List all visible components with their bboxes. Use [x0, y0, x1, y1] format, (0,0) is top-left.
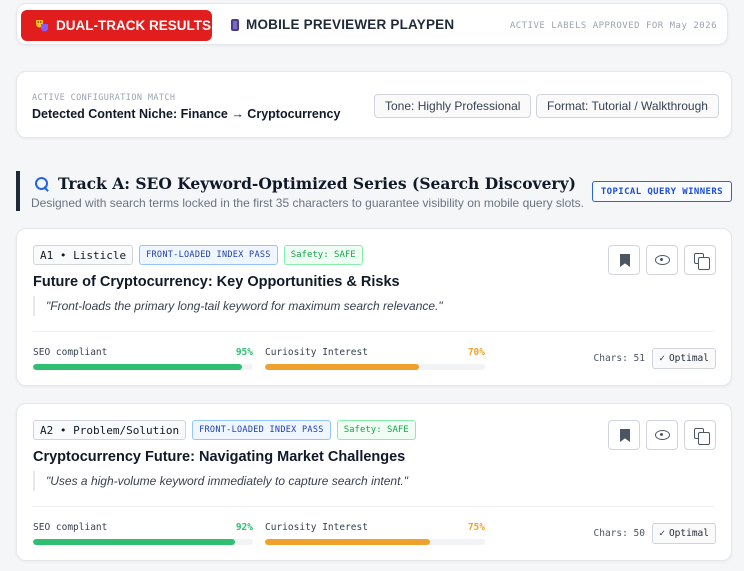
format-chip[interactable]: Format: Tutorial / Walkthrough [536, 94, 719, 118]
preview-button[interactable] [646, 420, 678, 450]
copy-icon [694, 253, 710, 270]
tone-chip[interactable]: Tone: Highly Professional [374, 94, 532, 118]
bookmark-icon [620, 254, 630, 267]
bookmark-icon [620, 429, 630, 442]
card-title: Future of Cryptocurrency: Key Opportunit… [33, 274, 400, 290]
mobile-phone-icon [231, 18, 239, 31]
seo-percent: 92% [235, 522, 253, 533]
seo-bar-fill [33, 364, 242, 370]
card-id-tag: A2 • Problem/Solution [33, 420, 187, 440]
dual-track-results-button[interactable]: DUAL-TRACK RESULTS [21, 10, 212, 41]
index-pass-tag: FRONT-LOADED INDEX PASS [192, 420, 331, 440]
content-niche: Detected Content Niche: Finance → Crypto… [32, 107, 341, 121]
card-id-tag: A1 • Listicle [33, 245, 134, 265]
curiosity-percent: 70% [467, 347, 485, 358]
card-rationale: "Front-loads the primary long-tail keywo… [33, 296, 443, 316]
bookmark-button[interactable] [608, 245, 640, 275]
eye-icon [655, 430, 670, 440]
track-a-header: Track A: SEO Keyword-Optimized Series (S… [16, 171, 732, 211]
safety-tag: Safety: SAFE [336, 420, 416, 440]
seo-bar [33, 539, 253, 545]
track-a-subtitle: Designed with search terms locked in the… [31, 196, 584, 210]
playpen-label: MOBILE PREVIEWER PLAYPEN [246, 17, 455, 32]
copy-button[interactable] [684, 245, 716, 275]
optimal-badge: ✓ Optimal [652, 348, 716, 369]
copy-button[interactable] [684, 420, 716, 450]
optimal-badge: ✓ Optimal [652, 523, 716, 544]
check-icon: ✓ [659, 353, 665, 364]
top-bar: DUAL-TRACK RESULTS MOBILE PREVIEWER PLAY… [16, 3, 728, 45]
check-icon: ✓ [659, 528, 665, 539]
seo-bar [33, 364, 253, 370]
card-divider [33, 506, 715, 507]
playpen-title: MOBILE PREVIEWER PLAYPEN [231, 17, 454, 32]
curiosity-label: Curiosity Interest [265, 522, 368, 533]
seo-percent: 95% [235, 347, 253, 358]
copy-icon [694, 428, 710, 445]
search-icon [34, 176, 50, 192]
curiosity-metric: Curiosity Interest 75% [265, 522, 485, 545]
topical-query-winners-badge: TOPICAL QUERY WINNERS [591, 181, 732, 202]
index-pass-tag: FRONT-LOADED INDEX PASS [139, 245, 278, 265]
curiosity-label: Curiosity Interest [265, 347, 368, 358]
curiosity-bar [265, 539, 485, 545]
eye-icon [655, 255, 670, 265]
seo-label: SEO compliant [33, 522, 108, 533]
seo-metric: SEO compliant 92% [33, 522, 253, 545]
dual-track-label: DUAL-TRACK RESULTS [56, 18, 211, 33]
curiosity-metric: Curiosity Interest 70% [265, 347, 485, 370]
seo-bar-fill [33, 539, 236, 545]
curiosity-bar-fill [265, 539, 430, 545]
bookmark-button[interactable] [608, 420, 640, 450]
title-card: A1 • Listicle FRONT-LOADED INDEX PASS Sa… [16, 228, 732, 386]
title-card: A2 • Problem/Solution FRONT-LOADED INDEX… [16, 403, 732, 561]
seo-label: SEO compliant [33, 347, 108, 358]
config-panel: ACTIVE CONFIGURATION MATCH Detected Cont… [16, 71, 732, 138]
track-a-title: Track A: SEO Keyword-Optimized Series (S… [34, 174, 576, 193]
char-count: Chars: 51 [593, 353, 645, 364]
curiosity-bar-fill [265, 364, 419, 370]
card-rationale: "Uses a high-volume keyword immediately … [33, 471, 408, 491]
approved-text: ACTIVE LABELS APPROVED FOR May 2026 [509, 21, 717, 31]
curiosity-percent: 75% [467, 522, 485, 533]
safety-tag: Safety: SAFE [283, 245, 363, 265]
card-title: Cryptocurrency Future: Navigating Market… [33, 449, 406, 465]
card-divider [33, 331, 715, 332]
config-label: ACTIVE CONFIGURATION MATCH [32, 93, 176, 103]
char-count: Chars: 50 [593, 528, 645, 539]
preview-button[interactable] [646, 245, 678, 275]
theater-masks-icon [35, 18, 50, 33]
seo-metric: SEO compliant 95% [33, 347, 253, 370]
curiosity-bar [265, 364, 485, 370]
